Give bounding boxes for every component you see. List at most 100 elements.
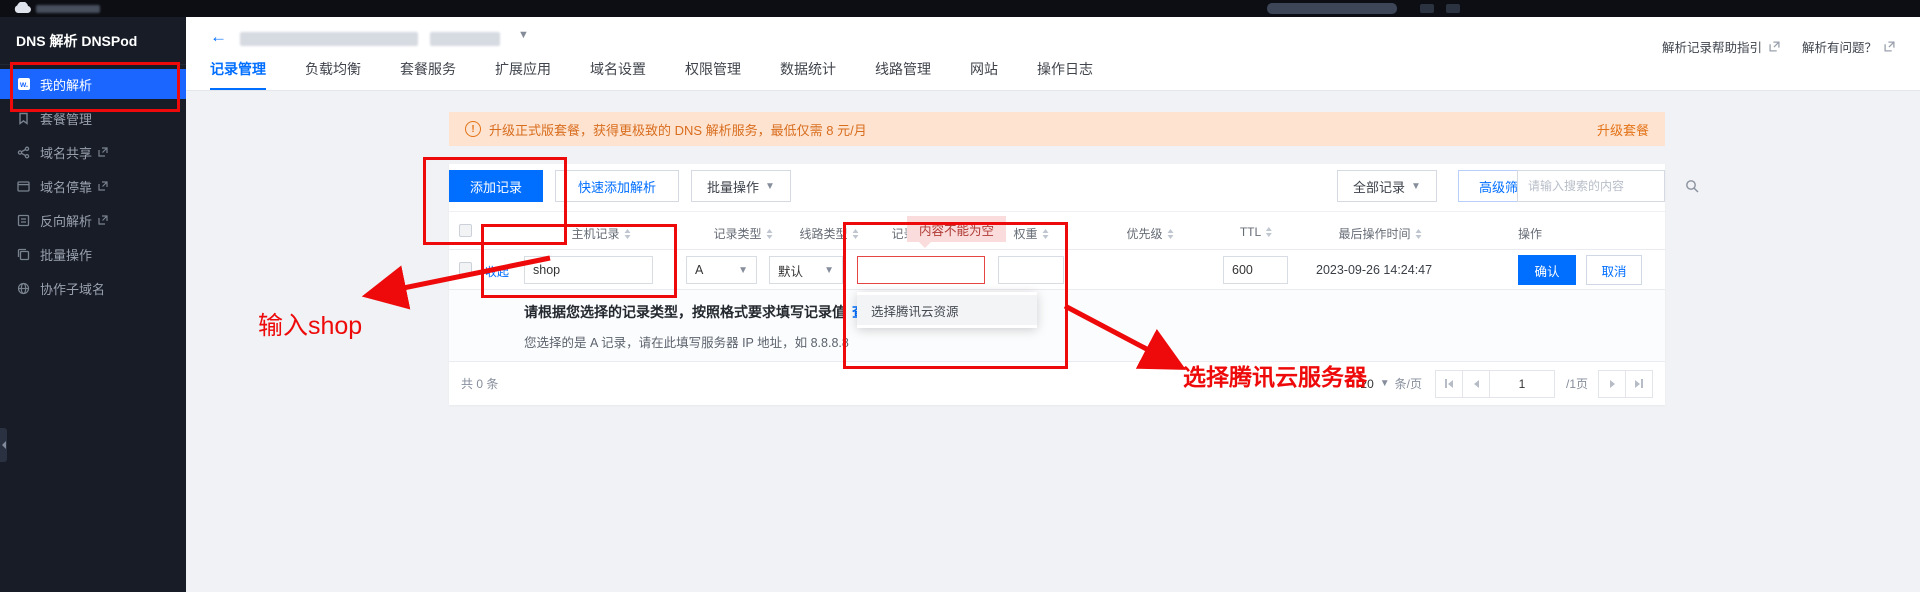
tab-permissions[interactable]: 权限管理 — [685, 59, 741, 90]
last-page-button[interactable] — [1625, 370, 1653, 398]
sidebar-item-reverse-dns[interactable]: 反向解析 — [0, 205, 186, 235]
confirm-button[interactable]: 确认 — [1518, 255, 1576, 285]
line-type-select[interactable]: 默认▼ — [769, 256, 843, 284]
sort-icon[interactable] — [853, 229, 859, 239]
sidebar-item-label: 域名停靠 — [40, 177, 92, 196]
sidebar-item-domain-parking[interactable]: 域名停靠 — [0, 171, 186, 201]
records-card: 添加记录 快速添加解析 批量操作▼ 全部记录▼ 高级筛选 主机记录 记录类型 线… — [449, 164, 1665, 405]
tab-load-balance[interactable]: 负载均衡 — [305, 59, 361, 90]
sidebar-item-collab-subdomain[interactable]: 协作子域名 — [0, 273, 186, 303]
redacted-logo-text — [36, 5, 100, 13]
ttl-input[interactable] — [1223, 256, 1288, 284]
chevron-down-icon: ▼ — [824, 265, 834, 276]
sidebar-item-plans[interactable]: 套餐管理 — [0, 103, 186, 133]
row-checkbox[interactable] — [459, 262, 472, 275]
sort-icon[interactable] — [1266, 227, 1272, 237]
last-modified-time: 2023-09-26 14:24:47 — [1316, 263, 1432, 277]
sidebar-item-label: 协作子域名 — [40, 279, 105, 298]
chevron-down-icon: ▼ — [1411, 181, 1421, 192]
total-count: 共 0 条 — [461, 375, 498, 392]
tab-domain-settings[interactable]: 域名设置 — [590, 59, 646, 90]
prev-page-button[interactable] — [1462, 370, 1490, 398]
record-filter-select[interactable]: 全部记录▼ — [1337, 170, 1437, 202]
tab-extensions[interactable]: 扩展应用 — [495, 59, 551, 90]
topbar-search-pill[interactable] — [1267, 3, 1397, 14]
weight-input[interactable] — [998, 256, 1064, 284]
share-icon — [16, 145, 31, 160]
record-edit-row: 收起 A▼ 默认▼ 2023-09-26 14:24:47 确认 取消 — [449, 250, 1665, 290]
tab-statistics[interactable]: 数据统计 — [780, 59, 836, 90]
add-record-button[interactable]: 添加记录 — [449, 170, 543, 202]
record-type-select[interactable]: A▼ — [686, 256, 757, 284]
topbar-menu-item[interactable] — [1446, 4, 1460, 13]
sort-icon[interactable] — [1168, 229, 1174, 239]
domain-switch-caret-icon[interactable]: ▼ — [518, 29, 529, 41]
upgrade-plan-link[interactable]: 升级套餐 — [1597, 120, 1649, 139]
record-help-panel: 请根据您选择的记录类型，按照格式要求填写记录值 查看详细指引 您选择的是 A 记… — [449, 290, 1665, 362]
select-tencent-resource-item[interactable]: 选择腾讯云资源 — [857, 295, 1037, 325]
search-box — [1517, 170, 1665, 202]
sort-icon[interactable] — [625, 229, 631, 239]
back-arrow-icon[interactable]: ← — [210, 27, 227, 47]
dns-problem-link[interactable]: 解析有问题？ — [1802, 37, 1877, 56]
sort-icon[interactable] — [1416, 229, 1422, 239]
cancel-button[interactable]: 取消 — [1586, 255, 1642, 285]
window-icon — [16, 179, 31, 194]
search-icon[interactable] — [1685, 179, 1699, 193]
tab-records[interactable]: 记录管理 — [210, 59, 266, 90]
col-header-priority[interactable]: 优先级 — [1126, 225, 1173, 242]
chevron-down-icon: ▼ — [1380, 378, 1390, 389]
col-header-type[interactable]: 记录类型 — [713, 225, 772, 242]
sidebar-item-label: 域名共享 — [40, 143, 92, 162]
sidebar-item-label: 批量操作 — [40, 245, 92, 264]
search-input[interactable] — [1526, 178, 1685, 194]
help-guide-link[interactable]: 解析记录帮助指引 — [1662, 37, 1762, 56]
my-dns-icon: w. — [16, 77, 31, 92]
col-header-time[interactable]: 最后操作时间 — [1338, 225, 1421, 242]
current-page-input[interactable]: 1 — [1489, 370, 1555, 398]
sort-icon[interactable] — [767, 229, 773, 239]
batch-actions-label: 批量操作 — [707, 177, 759, 196]
sidebar: DNS 解析 DNSPod w. 我的解析 套餐管理 域名共享 域名停靠 — [0, 17, 186, 592]
external-link-icon — [98, 147, 108, 157]
sort-icon[interactable] — [1043, 229, 1049, 239]
sidebar-item-label: 套餐管理 — [40, 109, 92, 128]
collapse-link[interactable]: 收起 — [485, 263, 509, 280]
record-value-input[interactable] — [857, 256, 985, 284]
help-line-2: 您选择的是 A 记录，请在此填写服务器 IP 地址，如 8.8.8.8 — [524, 332, 849, 351]
tab-lines[interactable]: 线路管理 — [875, 59, 931, 90]
sidebar-item-my-dns[interactable]: w. 我的解析 — [0, 69, 186, 99]
tencent-cloud-logo-icon[interactable] — [12, 2, 32, 14]
sidebar-item-batch[interactable]: 批量操作 — [0, 239, 186, 269]
external-link-icon — [98, 215, 108, 225]
sidebar-collapse-handle[interactable] — [0, 428, 7, 462]
tab-website[interactable]: 网站 — [970, 59, 998, 90]
col-header-line[interactable]: 线路类型 — [799, 225, 858, 242]
topbar-menu-item[interactable] — [1420, 4, 1434, 13]
external-link-icon — [98, 181, 108, 191]
tab-operation-log[interactable]: 操作日志 — [1037, 59, 1093, 90]
copy-stack-icon — [16, 247, 31, 262]
page-size-select[interactable]: 20 ▼ 条/页 — [1360, 375, 1422, 392]
header-help-links: 解析记录帮助指引 解析有问题？ — [1662, 37, 1895, 56]
select-all-checkbox[interactable] — [459, 224, 472, 237]
first-page-button[interactable] — [1435, 370, 1463, 398]
page-size-unit: 条/页 — [1395, 375, 1422, 392]
sidebar-title: DNS 解析 DNSPod — [0, 17, 186, 65]
document-icon — [16, 213, 31, 228]
host-record-input[interactable] — [524, 256, 653, 284]
upgrade-banner: ! 升级正式版套餐，获得更极致的 DNS 解析服务，最低仅需 8 元/月 升级套… — [449, 112, 1665, 146]
col-header-ttl[interactable]: TTL — [1240, 225, 1272, 239]
col-header-host[interactable]: 主机记录 — [571, 225, 630, 242]
col-header-weight[interactable]: 权重 — [1013, 225, 1048, 242]
chevron-down-icon: ▼ — [765, 181, 775, 192]
external-link-icon — [1884, 41, 1895, 52]
batch-actions-button[interactable]: 批量操作 ▼ — [691, 170, 791, 202]
sidebar-item-domain-share[interactable]: 域名共享 — [0, 137, 186, 167]
quick-add-button[interactable]: 快速添加解析 — [555, 170, 679, 202]
annotation-text-host: 输入shop — [258, 306, 362, 342]
page-header: ← ▼ 记录管理 负载均衡 套餐服务 扩展应用 域名设置 权限管理 数据统计 线… — [186, 17, 1920, 91]
external-link-icon — [1769, 41, 1780, 52]
tab-plan-service[interactable]: 套餐服务 — [400, 59, 456, 90]
next-page-button[interactable] — [1598, 370, 1626, 398]
